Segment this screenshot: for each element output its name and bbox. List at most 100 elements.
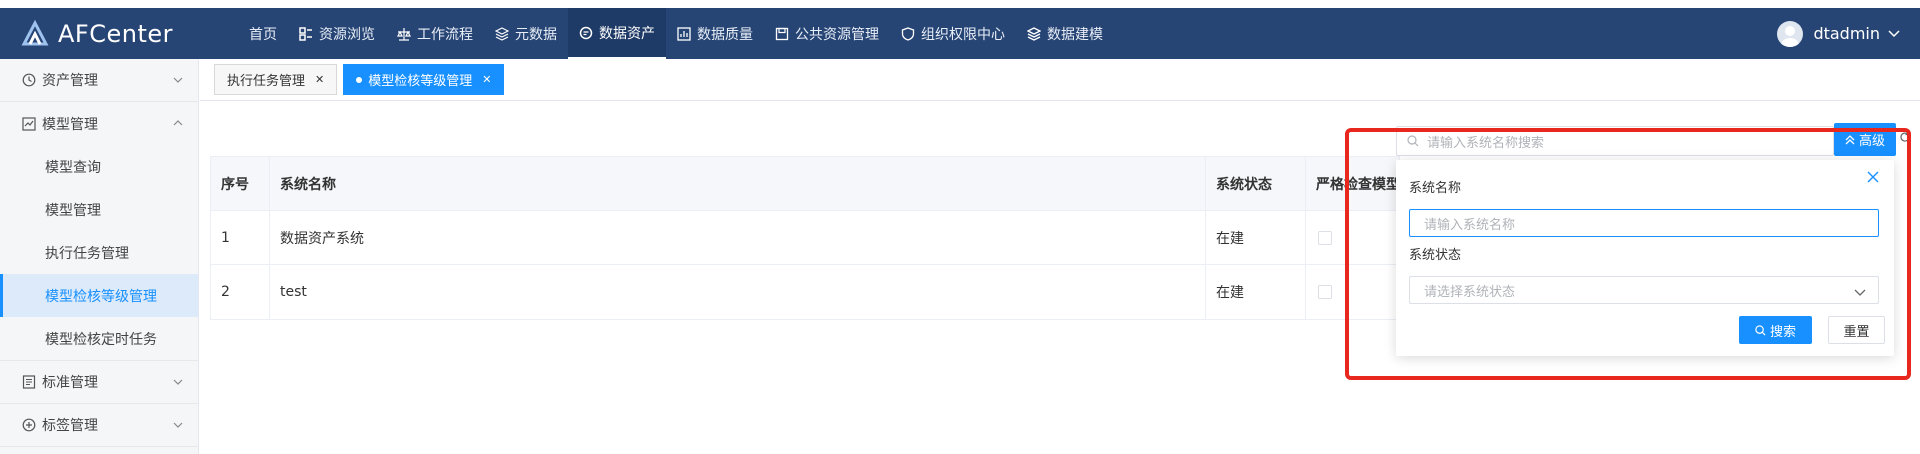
- user-menu[interactable]: dtadmin: [1777, 8, 1900, 59]
- nav-item-label: 元数据: [515, 26, 557, 43]
- logo-icon: [20, 19, 50, 49]
- sidebar-item-check-level[interactable]: 模型检核等级管理: [0, 274, 198, 317]
- header-system-name: 系统名称: [270, 157, 1206, 210]
- sidebar-group-model-management-wrap: 模型管理 模型查询 模型管理 执行任务管理 模型检核等级管理 模型检核定时任务: [0, 102, 198, 361]
- cell-system-status: 在建: [1206, 265, 1306, 319]
- nav-item-label: 数据质量: [697, 26, 753, 43]
- table-header-row: 序号 系统名称 系统状态 严格检查模型宗: [211, 157, 1399, 211]
- strict-checkbox[interactable]: [1318, 230, 1332, 245]
- page-tabs: 执行任务管理 ✕ 模型检核等级管理 ✕: [200, 59, 1920, 101]
- database-icon: [579, 26, 593, 40]
- close-icon[interactable]: ✕: [315, 73, 324, 86]
- shield-icon: [901, 26, 915, 41]
- nav-item-public-resources[interactable]: 公共资源管理: [764, 8, 890, 59]
- nav-item-label: 工作流程: [417, 26, 473, 43]
- reset-button[interactable]: 重置: [1828, 316, 1885, 344]
- stack-icon: [1027, 26, 1041, 41]
- chevron-down-icon: [172, 376, 184, 388]
- nav-item-label: 数据建模: [1047, 26, 1103, 43]
- nav-item-metadata[interactable]: 元数据: [484, 8, 568, 59]
- plus-circle-icon: [22, 418, 36, 432]
- close-icon[interactable]: [1866, 170, 1880, 184]
- avatar: [1777, 20, 1804, 47]
- search-icon: [1407, 135, 1419, 147]
- nav-item-resources[interactable]: 资源浏览: [288, 8, 386, 59]
- system-status-placeholder: 请选择系统状态: [1424, 284, 1516, 300]
- system-name-label: 系统名称: [1409, 181, 1462, 196]
- system-status-select[interactable]: 请选择系统状态: [1409, 276, 1879, 304]
- sidebar-group-label: 标准管理: [42, 375, 98, 391]
- sidebar-group-tag-management[interactable]: 标签管理: [0, 404, 198, 447]
- chevron-down-icon: [1854, 286, 1866, 296]
- nav-item-label: 公共资源管理: [795, 26, 879, 43]
- chevron-up-icon: [172, 117, 184, 129]
- header-system-status: 系统状态: [1206, 157, 1306, 210]
- sidebar-group-label: 模型管理: [42, 116, 98, 133]
- system-table: 序号 系统名称 系统状态 严格检查模型宗 1 数据资产系统 在建 2 test …: [210, 156, 1400, 320]
- document-icon: [22, 375, 36, 389]
- sidebar-group-standard-management[interactable]: 标准管理: [0, 361, 198, 404]
- advanced-button[interactable]: 高级: [1834, 123, 1896, 156]
- search-input[interactable]: 请输入系统名称搜索: [1396, 126, 1834, 156]
- sidebar-group-asset-management[interactable]: 资产管理: [0, 59, 198, 102]
- cell-strict-check: [1306, 211, 1399, 264]
- nav-item-label: 首页: [249, 26, 277, 43]
- search-button[interactable]: 搜索: [1739, 316, 1812, 344]
- chevron-double-up-icon: [1845, 134, 1855, 145]
- nav-item-label: 数据资产: [599, 25, 655, 42]
- advanced-filter-panel: 系统名称 请输入系统名称 系统状态 请选择系统状态 搜索 重置: [1396, 160, 1894, 356]
- app-name: AFCenter: [58, 19, 173, 48]
- top-strip: [0, 0, 1920, 8]
- system-name-field[interactable]: 请输入系统名称: [1409, 209, 1879, 237]
- sidebar: 资产管理 模型管理 模型查询 模型管理 执行任务管理 模型检核等级管理 模型检核…: [0, 59, 199, 454]
- sidebar-item-check-schedule[interactable]: 模型检核定时任务: [0, 317, 198, 360]
- clock-icon: [22, 73, 36, 87]
- active-dot-icon: [356, 76, 363, 83]
- main-nav: 首页 资源浏览 工作流程 元数据 数据资产 数据质量 公共资源管理 组织权限中心…: [235, 8, 1114, 59]
- app-logo[interactable]: AFCenter: [0, 8, 235, 59]
- nav-item-data-modeling[interactable]: 数据建模: [1016, 8, 1114, 59]
- search-icon: [1755, 324, 1766, 336]
- header-index: 序号: [211, 157, 270, 210]
- tab-task-manage[interactable]: 执行任务管理 ✕: [214, 64, 338, 95]
- advanced-label: 高级: [1858, 134, 1885, 149]
- system-name-placeholder: 请输入系统名称: [1424, 217, 1516, 233]
- save-icon: [775, 27, 789, 41]
- chart-icon: [677, 26, 691, 41]
- nav-item-label: 资源浏览: [319, 26, 375, 43]
- sidebar-item-model-manage[interactable]: 模型管理: [0, 188, 198, 231]
- reset-button-label: 重置: [1843, 324, 1870, 340]
- sidebar-group-model-management[interactable]: 模型管理: [0, 102, 198, 145]
- nav-item-org-permissions[interactable]: 组织权限中心: [890, 8, 1016, 59]
- system-status-label: 系统状态: [1409, 248, 1462, 263]
- scale-icon: [397, 27, 411, 41]
- cell-index: 2: [211, 265, 270, 319]
- nav-item-data-assets[interactable]: 数据资产: [568, 8, 666, 59]
- nav-item-label: 组织权限中心: [921, 26, 1005, 43]
- grid-icon: [299, 26, 313, 41]
- chevron-down-icon: [172, 74, 184, 86]
- nav-item-data-quality[interactable]: 数据质量: [666, 8, 764, 59]
- app-header: AFCenter 首页 资源浏览 工作流程 元数据 数据资产 数据质量 公共资源…: [0, 8, 1920, 59]
- strict-checkbox[interactable]: [1318, 285, 1332, 299]
- sidebar-group-label: 标签管理: [42, 418, 98, 434]
- sidebar-item-task-manage[interactable]: 执行任务管理: [0, 231, 198, 274]
- cell-system-name: test: [270, 265, 1206, 319]
- tab-label: 执行任务管理: [227, 74, 306, 89]
- user-name: dtadmin: [1813, 24, 1880, 43]
- search-placeholder: 请输入系统名称搜索: [1427, 135, 1545, 151]
- cell-system-status: 在建: [1206, 211, 1306, 264]
- sidebar-group-label: 资产管理: [42, 73, 98, 89]
- nav-item-home[interactable]: 首页: [238, 8, 288, 59]
- tab-check-level[interactable]: 模型检核等级管理 ✕: [343, 64, 505, 95]
- nav-item-workflow[interactable]: 工作流程: [386, 8, 484, 59]
- sidebar-item-model-query[interactable]: 模型查询: [0, 145, 198, 188]
- table-row[interactable]: 1 数据资产系统 在建: [211, 211, 1399, 265]
- layers-icon: [495, 26, 509, 41]
- table-row[interactable]: 2 test 在建: [211, 265, 1399, 319]
- chevron-down-icon: [1888, 29, 1900, 38]
- refresh-icon[interactable]: [1899, 131, 1911, 143]
- header-strict-check: 严格检查模型宗: [1316, 176, 1399, 193]
- close-icon[interactable]: ✕: [482, 73, 491, 86]
- line-chart-icon: [22, 116, 36, 131]
